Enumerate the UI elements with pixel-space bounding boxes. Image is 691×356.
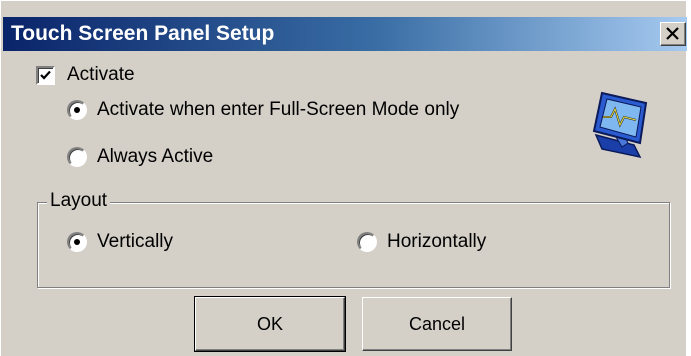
touch-screen-setup-dialog: Touch Screen Panel Setup Activate Activa… (0, 0, 687, 356)
radio-always-active[interactable] (67, 147, 87, 167)
radio-selected-dot (74, 107, 80, 113)
activate-label[interactable]: Activate (67, 64, 135, 86)
checkmark-icon (40, 70, 51, 80)
layout-legend: Layout (47, 190, 111, 212)
radio-vertically[interactable] (67, 232, 87, 252)
radio-always-active-label[interactable]: Always Active (97, 146, 213, 168)
close-icon (666, 27, 679, 40)
cancel-button[interactable]: Cancel (362, 297, 512, 351)
radio-horizontally[interactable] (357, 232, 377, 252)
radio-selected-dot (74, 239, 80, 245)
radio-fullscreen-only-label[interactable]: Activate when enter Full-Screen Mode onl… (97, 99, 459, 121)
title-bar[interactable]: Touch Screen Panel Setup (3, 17, 687, 51)
radio-vertically-label[interactable]: Vertically (97, 231, 173, 253)
window-title: Touch Screen Panel Setup (11, 22, 275, 45)
activate-checkbox[interactable] (36, 66, 55, 85)
touch-monitor-icon (592, 91, 648, 159)
radio-horizontally-label[interactable]: Horizontally (387, 231, 486, 253)
radio-fullscreen-only[interactable] (67, 100, 87, 120)
ok-button[interactable]: OK (194, 296, 346, 352)
close-button[interactable] (660, 22, 686, 46)
